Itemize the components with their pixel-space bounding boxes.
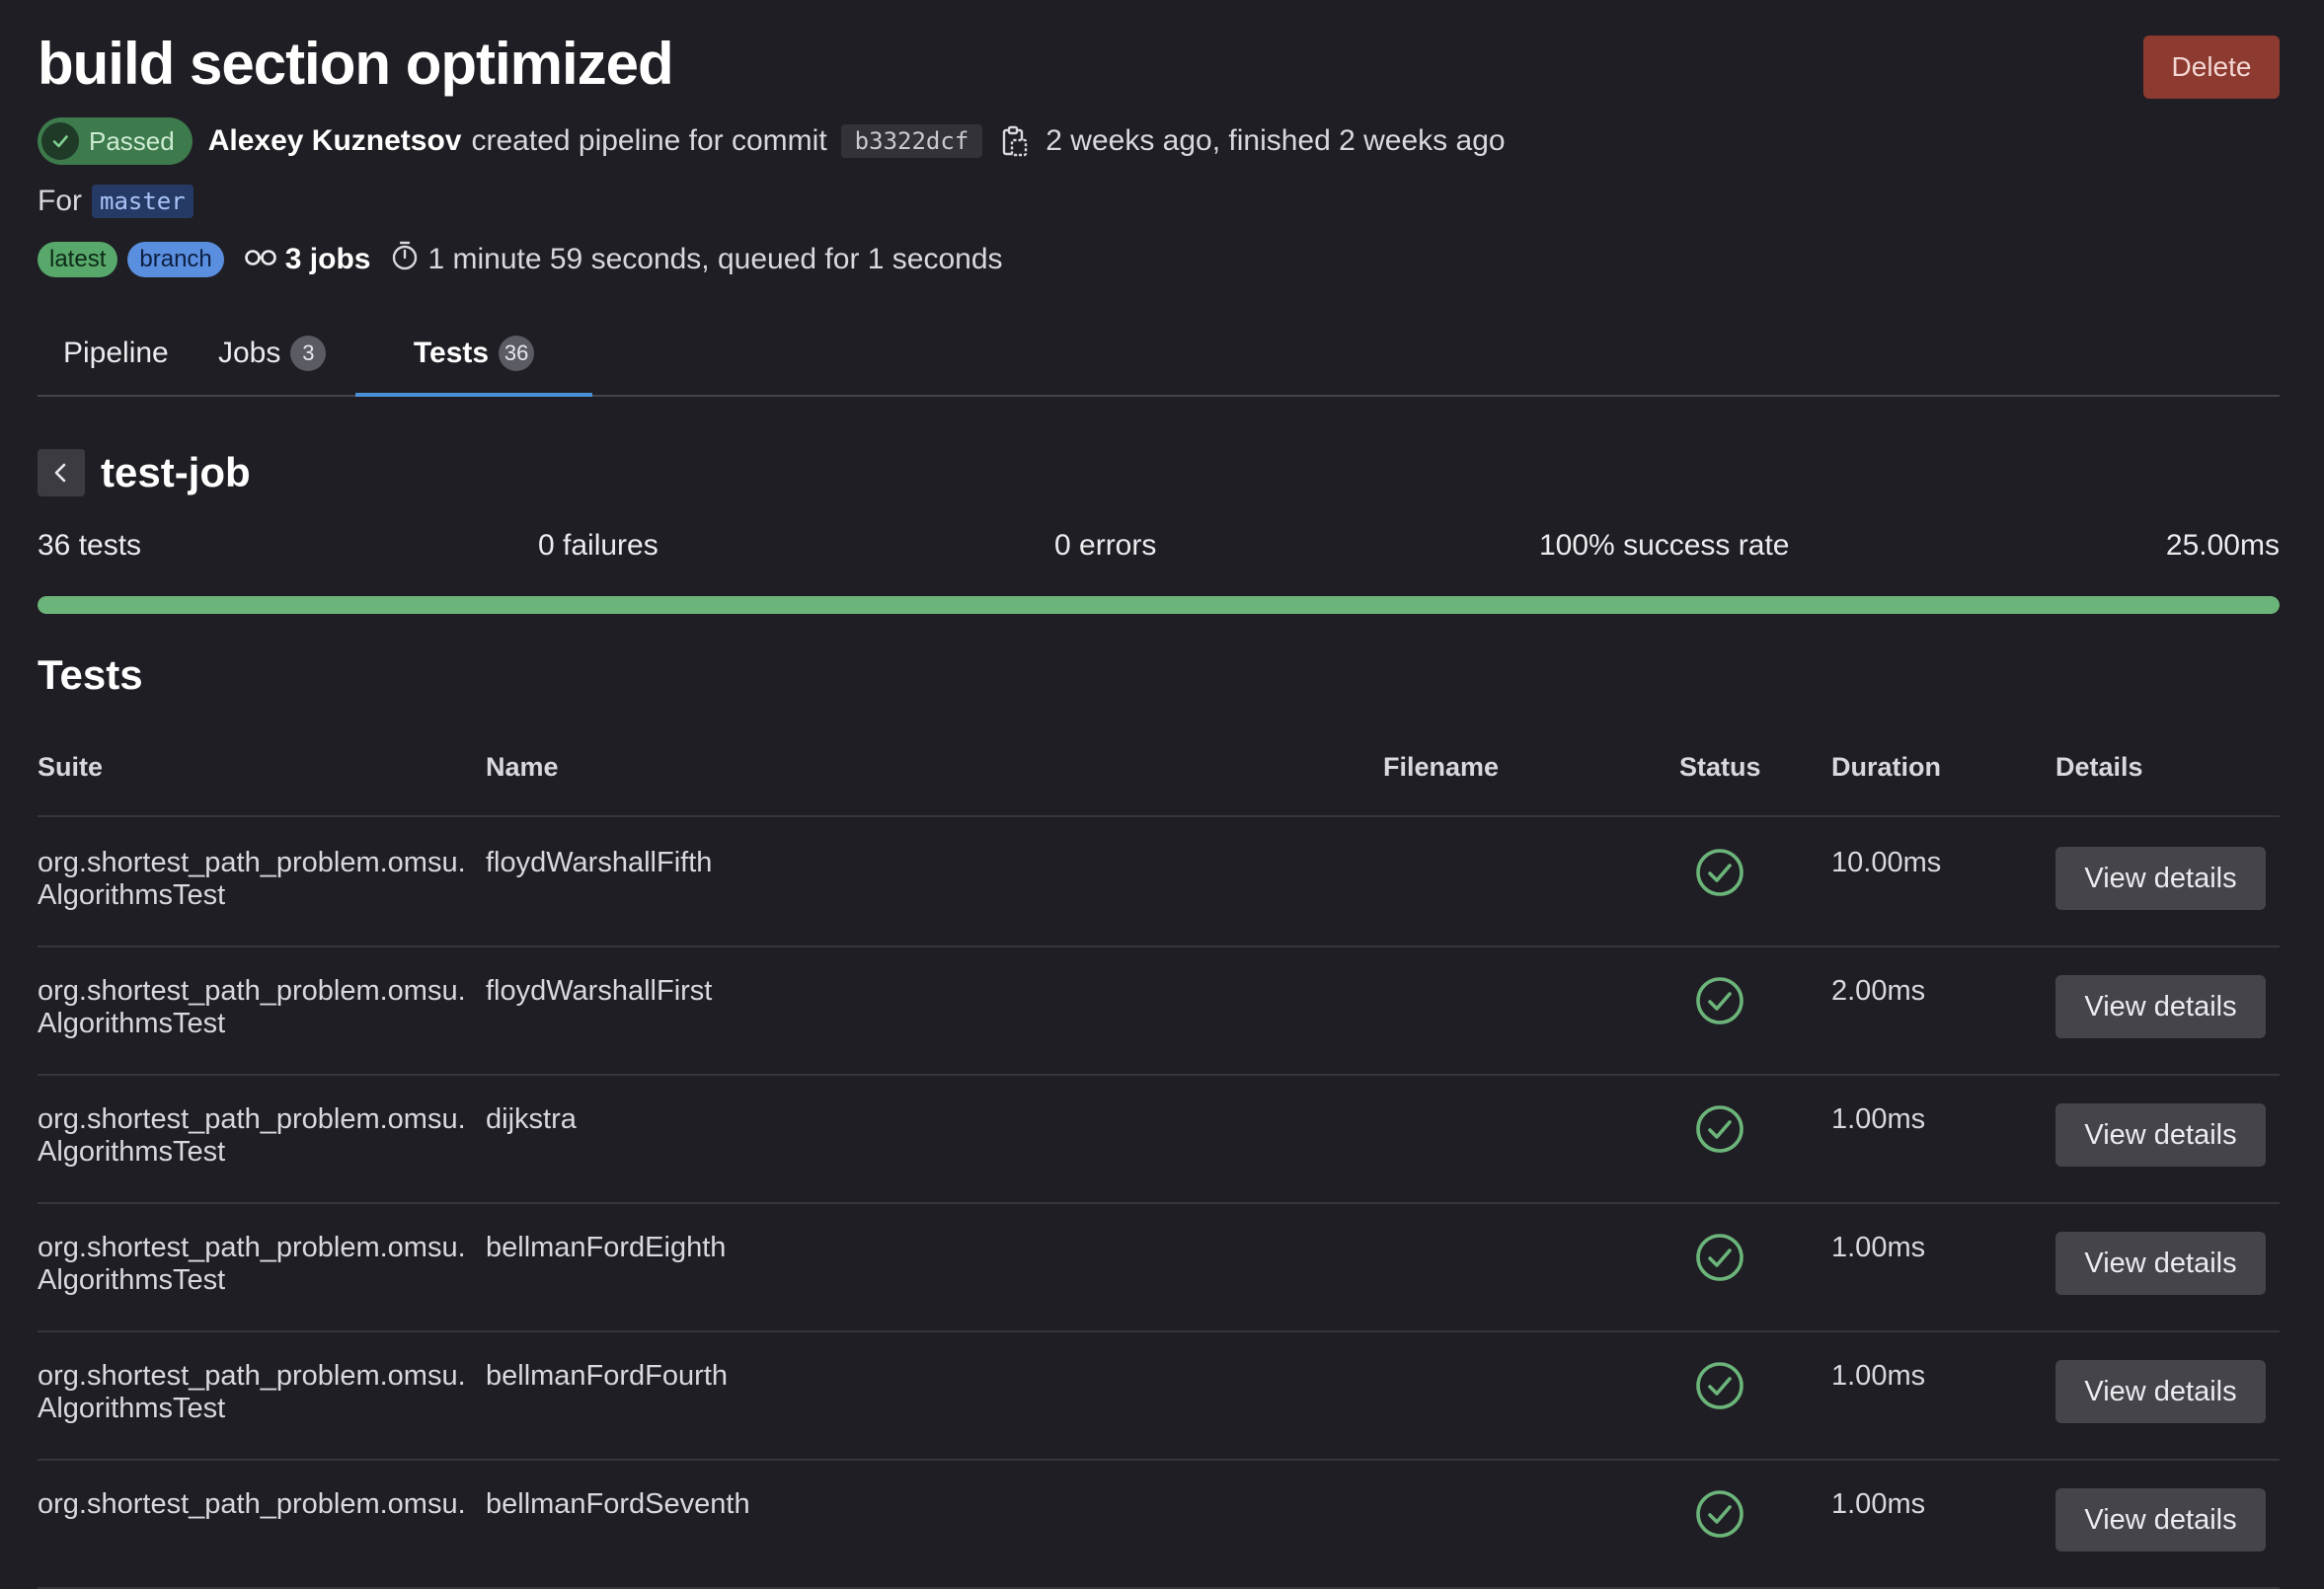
tab-tests[interactable]: Tests 36 [355, 312, 592, 397]
job-name: test-job [101, 449, 251, 495]
summary-success-rate: 100% success rate [1539, 529, 1790, 562]
success-status-icon [1694, 1488, 1745, 1540]
view-details-button[interactable]: View details [2055, 847, 2266, 910]
for-label: For [38, 185, 82, 217]
row-duration: 1.00ms [1831, 1360, 1926, 1392]
column-duration: Duration [1831, 752, 1941, 782]
status-badge: Passed [38, 117, 193, 165]
pipeline-meta: Passed Alexey Kuznetsov created pipeline… [38, 116, 1506, 166]
pipeline-icon [244, 243, 277, 276]
pipeline-page: build section optimized Delete Passed Al… [38, 0, 2280, 1589]
row-suite: org.shortest_path_problem.omsu. Algorith… [38, 1103, 466, 1168]
success-status-icon [1694, 1360, 1745, 1411]
row-name: floydWarshallFifth [486, 847, 713, 878]
duration-info: 1 minute 59 seconds, queued for 1 second… [390, 240, 1003, 279]
table-row: org.shortest_path_problem.omsu. Algorith… [38, 1074, 2280, 1204]
back-button[interactable] [38, 449, 85, 496]
tab-tests-label: Tests [413, 337, 490, 369]
row-name: dijkstra [486, 1103, 577, 1135]
summary-tests: 36 tests [38, 529, 142, 562]
time-text: 2 weeks ago, finished 2 weeks ago [1046, 124, 1506, 157]
column-filename: Filename [1383, 752, 1500, 782]
table-row: org.shortest_path_problem.omsu. Algorith… [38, 946, 2280, 1076]
tab-pipeline[interactable]: Pipeline [63, 312, 169, 395]
column-details: Details [2055, 752, 2143, 782]
table-row: org.shortest_path_problem.omsu. Algorith… [38, 817, 2280, 947]
tab-jobs-label: Jobs [218, 337, 281, 369]
summary-errors: 0 errors [1054, 529, 1157, 562]
view-details-button[interactable]: View details [2055, 975, 2266, 1038]
row-name: bellmanFordSeventh [486, 1488, 750, 1520]
row-duration: 1.00ms [1831, 1488, 1926, 1520]
latest-badge: latest [38, 242, 118, 277]
pipeline-tabs: Pipeline Jobs 3 Tests 36 [38, 312, 2280, 397]
tab-pipeline-label: Pipeline [63, 337, 169, 369]
tab-tests-count: 36 [499, 336, 535, 371]
success-status-icon [1694, 975, 1745, 1026]
table-row: org.shortest_path_problem.omsu. bellmanFo… [38, 1459, 2280, 1589]
table-row: org.shortest_path_problem.omsu. Algorith… [38, 1202, 2280, 1332]
summary-failures: 0 failures [538, 529, 658, 562]
job-header: test-job [38, 448, 251, 497]
created-text: created pipeline for commit [471, 124, 827, 157]
check-circle-icon [41, 122, 79, 160]
chevron-left-icon [54, 463, 66, 483]
success-progress-bar [38, 596, 2280, 614]
title-row: build section optimized Delete [38, 30, 2280, 99]
row-duration: 2.00ms [1831, 975, 1926, 1007]
row-name: bellmanFordFourth [486, 1360, 728, 1392]
success-progress-fill [38, 596, 2280, 614]
row-suite: org.shortest_path_problem.omsu. Algorith… [38, 1360, 466, 1424]
summary-duration: 25.00ms [2165, 529, 2280, 562]
column-suite: Suite [38, 752, 104, 782]
row-suite: org.shortest_path_problem.omsu. [38, 1488, 466, 1520]
page-title: build section optimized [38, 31, 674, 97]
test-summary: 36 tests 0 failures 0 errors 100% succes… [38, 529, 2280, 568]
jobs-count-label: 3 jobs [284, 243, 371, 275]
column-name: Name [486, 752, 559, 782]
view-details-button[interactable]: View details [2055, 1488, 2266, 1551]
tests-section-title: Tests [38, 651, 143, 698]
success-status-icon [1694, 1232, 1745, 1283]
author-link[interactable]: Alexey Kuznetsov [208, 124, 462, 158]
row-duration: 1.00ms [1831, 1232, 1926, 1263]
commit-sha-link[interactable]: b3322dcf [840, 124, 983, 158]
delete-button[interactable]: Delete [2143, 36, 2280, 99]
jobs-count: 3 jobs [244, 243, 371, 276]
ref-row: For master [38, 182, 194, 221]
column-status: Status [1679, 752, 1761, 782]
row-suite: org.shortest_path_problem.omsu. Algorith… [38, 847, 466, 911]
table-row: org.shortest_path_problem.omsu. Algorith… [38, 1330, 2280, 1461]
row-duration: 1.00ms [1831, 1103, 1926, 1135]
tests-table-header: Suite Name Filename Status Duration Deta… [38, 742, 2280, 817]
copy-icon[interactable] [998, 124, 1030, 158]
tab-jobs[interactable]: Jobs 3 [218, 312, 327, 395]
tab-jobs-count: 3 [290, 336, 327, 371]
row-suite: org.shortest_path_problem.omsu. Algorith… [38, 975, 466, 1039]
row-name: floydWarshallFirst [486, 975, 713, 1007]
branch-badge: branch [127, 242, 224, 277]
badges-row: latest branch 3 jobs 1 minute 59 seconds… [38, 239, 1003, 280]
success-status-icon [1694, 847, 1745, 898]
view-details-button[interactable]: View details [2055, 1103, 2266, 1167]
row-suite: org.shortest_path_problem.omsu. Algorith… [38, 1232, 466, 1296]
timer-icon [390, 240, 420, 279]
success-status-icon [1694, 1103, 1745, 1155]
view-details-button[interactable]: View details [2055, 1360, 2266, 1423]
row-name: bellmanFordEighth [486, 1232, 727, 1263]
status-badge-label: Passed [89, 125, 175, 156]
view-details-button[interactable]: View details [2055, 1232, 2266, 1295]
row-duration: 10.00ms [1831, 847, 1942, 878]
ref-link[interactable]: master [92, 185, 194, 218]
duration-text: 1 minute 59 seconds, queued for 1 second… [427, 243, 1003, 275]
